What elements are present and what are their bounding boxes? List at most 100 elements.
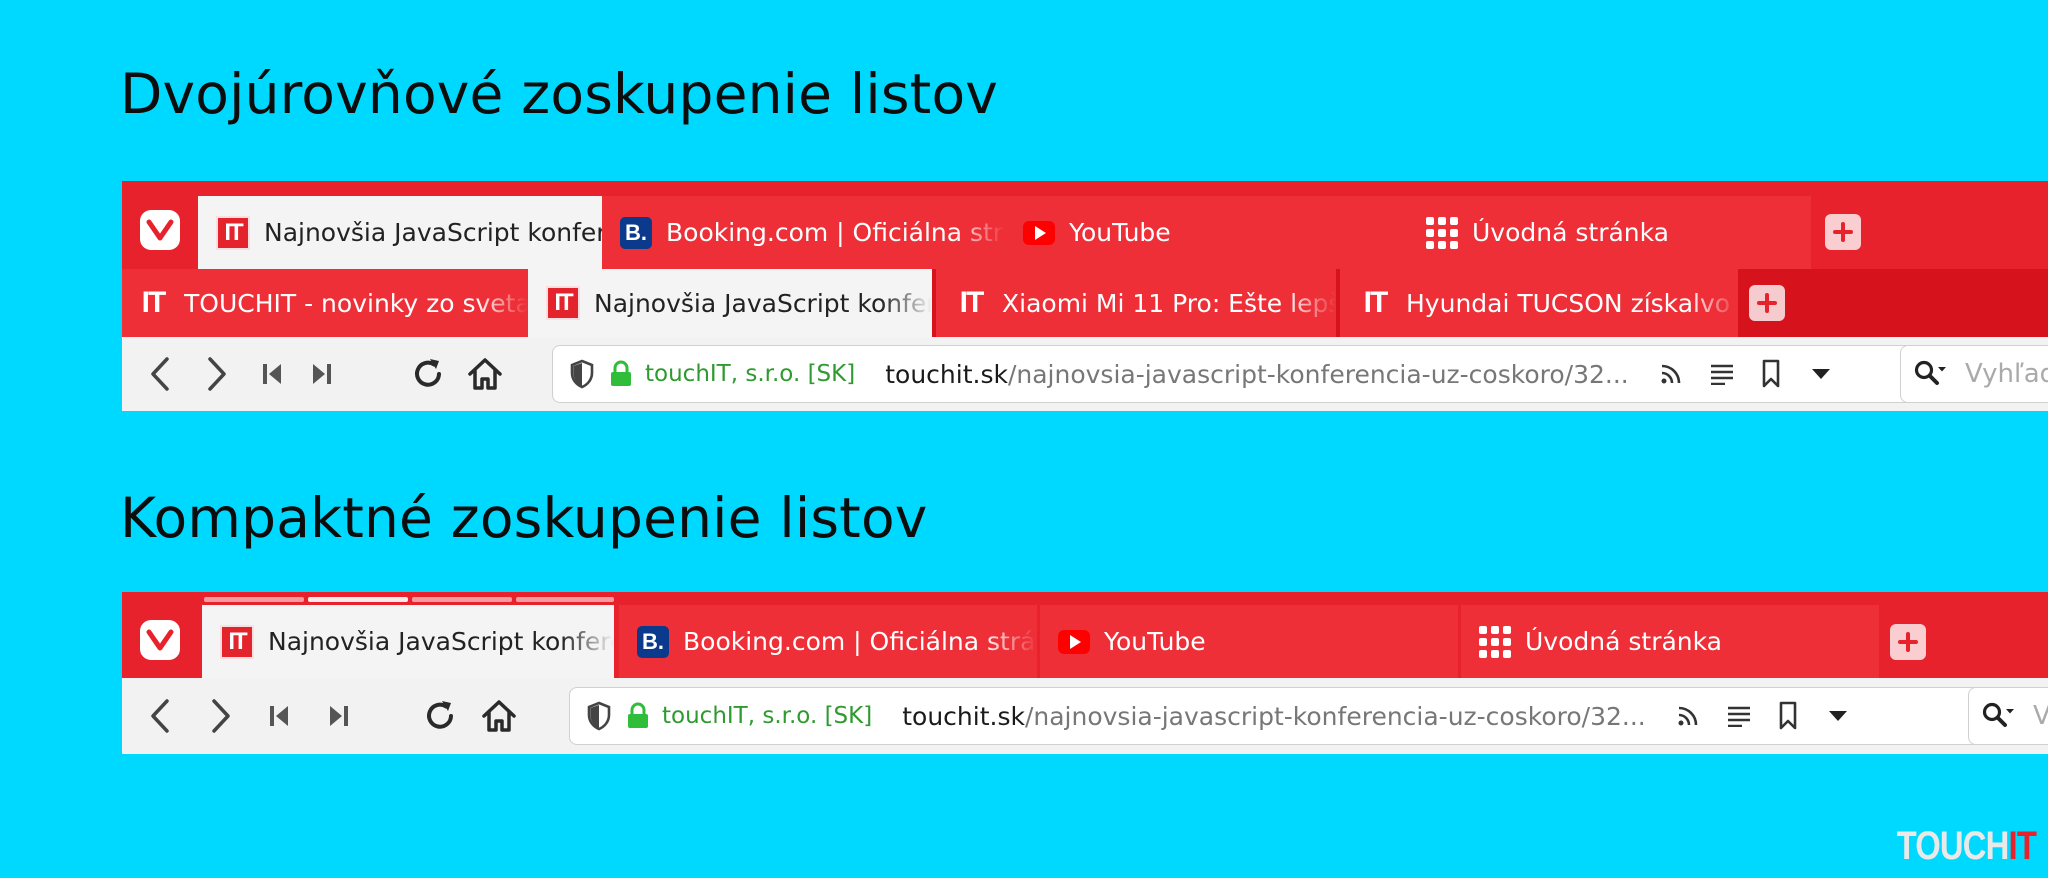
touchit-icon: IT <box>546 286 580 320</box>
back-button[interactable] <box>139 353 181 395</box>
heading-compact: Kompaktné zoskupenie listov <box>120 486 928 550</box>
fast-forward-button[interactable] <box>318 695 360 737</box>
heading-two-level: Dvojúrovňové zoskupenie listov <box>120 62 999 126</box>
fast-forward-icon <box>330 706 348 726</box>
home-icon <box>482 700 516 732</box>
tab-label: YouTube <box>1104 627 1206 656</box>
chevron-left-icon <box>151 699 169 733</box>
reload-button[interactable] <box>419 695 461 737</box>
tab-label: Hyundai TUCSON získalvo v <box>1406 288 1738 318</box>
tab-label: YouTube <box>1069 218 1171 247</box>
tab-label: Úvodná stránka <box>1472 218 1669 247</box>
home-button[interactable] <box>478 695 520 737</box>
tab-strip-sub: IT TOUCHIT - novinky zo sveta IT Najnovš… <box>122 269 2048 337</box>
rewind-button[interactable] <box>251 353 293 395</box>
touchit-icon: IT <box>959 286 985 319</box>
subtab-touchit-news[interactable]: IT TOUCHIT - novinky zo sveta <box>122 269 528 337</box>
new-tab-button[interactable] <box>1825 214 1861 250</box>
stack-indicator[interactable] <box>204 597 304 602</box>
tab-booking[interactable]: B. Booking.com | Oficiálna stránka <box>619 605 1037 678</box>
touchit-icon: IT <box>220 624 254 659</box>
shield-icon[interactable] <box>569 359 595 389</box>
speed-dial-icon <box>1479 625 1511 658</box>
rss-icon[interactable] <box>1659 362 1683 386</box>
tab-youtube[interactable]: YouTube <box>1040 605 1458 678</box>
vivaldi-menu-button[interactable] <box>140 210 180 250</box>
tab-booking[interactable]: B. Booking.com | Oficiálna stránka <box>602 196 1005 269</box>
booking-icon: B. <box>637 625 669 658</box>
forward-button[interactable] <box>196 353 238 395</box>
search-engine-icon[interactable] <box>1981 701 2017 731</box>
url-host: touchit.sk <box>885 359 1008 389</box>
touchit-icon: IT <box>216 215 250 250</box>
youtube-icon <box>1023 220 1055 245</box>
booking-icon: B. <box>620 216 652 249</box>
search-placeholder: Vyhľadať <box>1965 359 2048 389</box>
subtab-xiaomi[interactable]: IT Xiaomi Mi 11 Pro: Ešte lepší <box>936 269 1336 337</box>
fast-forward-button[interactable] <box>301 353 343 395</box>
subtab-javascript[interactable]: IT Najnovšia JavaScript konferencia <box>528 269 932 337</box>
plus-icon <box>1833 222 1853 242</box>
tab-start-page[interactable]: Úvodná stránka <box>1408 196 1811 269</box>
browser-two-level: IT Najnovšia JavaScript konferencia 4 B.… <box>122 181 2048 411</box>
tab-label: Xiaomi Mi 11 Pro: Ešte lepší <box>1002 288 1336 318</box>
touchit-icon: IT <box>1363 286 1389 319</box>
address-bar[interactable]: touchIT, s.r.o. [SK] touchit.sk /najnovs… <box>552 345 2012 403</box>
tab-label: Booking.com | Oficiálna stránka <box>666 218 1005 247</box>
tab-strip-compact: IT Najnovšia JavaScript konferencia B. B… <box>122 592 2048 678</box>
lock-icon[interactable] <box>626 702 650 730</box>
dropdown-arrow-icon[interactable] <box>1828 710 1848 722</box>
url-path: /najnovsia-javascript-konferencia-uz-cos… <box>1024 701 1646 731</box>
search-engine-icon[interactable] <box>1913 359 1949 389</box>
new-tab-button[interactable] <box>1890 624 1926 660</box>
address-bar[interactable]: touchIT, s.r.o. [SK] touchit.sk /najnovs… <box>569 687 2048 745</box>
reader-view-icon[interactable] <box>1709 363 1735 385</box>
search-field[interactable]: Vyhľadať <box>1968 687 2048 745</box>
home-button[interactable] <box>464 353 506 395</box>
stack-indicator[interactable] <box>516 597 614 602</box>
reload-icon <box>427 701 453 729</box>
lock-icon[interactable] <box>609 360 633 388</box>
rewind-icon <box>263 364 281 384</box>
back-button[interactable] <box>139 695 181 737</box>
reload-button[interactable] <box>407 353 449 395</box>
stack-indicator[interactable] <box>412 597 512 602</box>
home-icon <box>468 358 502 390</box>
vivaldi-menu-button[interactable] <box>140 620 180 660</box>
vivaldi-icon <box>146 219 174 241</box>
url-host: touchit.sk <box>902 701 1025 731</box>
url-path: /najnovsia-javascript-konferencia-uz-cos… <box>1007 359 1629 389</box>
browser-compact: IT Najnovšia JavaScript konferencia B. B… <box>122 592 2048 754</box>
youtube-icon <box>1058 629 1090 654</box>
touchit-logo: TOUCHIT <box>1896 824 2037 869</box>
dropdown-arrow-icon[interactable] <box>1811 368 1831 380</box>
tab-stack-javascript[interactable]: IT Najnovšia JavaScript konferencia <box>202 605 614 678</box>
tab-youtube[interactable]: YouTube <box>1005 196 1408 269</box>
tab-label: TOUCHIT - novinky zo sveta <box>184 288 528 318</box>
fast-forward-icon <box>313 364 331 384</box>
tab-label: Najnovšia JavaScript konferencia <box>594 288 932 318</box>
search-field[interactable]: Vyhľadať <box>1900 345 2048 403</box>
touchit-icon: IT <box>141 286 167 319</box>
new-subtab-button[interactable] <box>1749 285 1785 321</box>
address-toolbar: touchIT, s.r.o. [SK] touchit.sk /najnovs… <box>122 337 2048 411</box>
logo-text-touch: TOUCH <box>1896 824 2010 868</box>
logo-text-it: IT <box>2008 824 2036 868</box>
bookmark-icon[interactable] <box>1778 701 1798 731</box>
tab-label: Booking.com | Oficiálna stránka <box>683 627 1037 656</box>
forward-button[interactable] <box>200 695 242 737</box>
plus-icon <box>1898 632 1918 652</box>
chevron-right-icon <box>212 699 230 733</box>
subtab-hyundai[interactable]: IT Hyundai TUCSON získalvo v <box>1340 269 1738 337</box>
speed-dial-icon <box>1426 216 1458 249</box>
stack-indicator-active[interactable] <box>308 597 408 602</box>
shield-icon[interactable] <box>586 701 612 731</box>
rewind-button[interactable] <box>258 695 300 737</box>
tab-start-page[interactable]: Úvodná stránka <box>1461 605 1879 678</box>
reader-view-icon[interactable] <box>1726 705 1752 727</box>
tab-label: Úvodná stránka <box>1525 627 1722 656</box>
rss-icon[interactable] <box>1676 704 1700 728</box>
tab-label: Najnovšia JavaScript konferencia <box>268 627 614 656</box>
bookmark-icon[interactable] <box>1761 359 1781 389</box>
chevron-right-icon <box>208 357 226 391</box>
